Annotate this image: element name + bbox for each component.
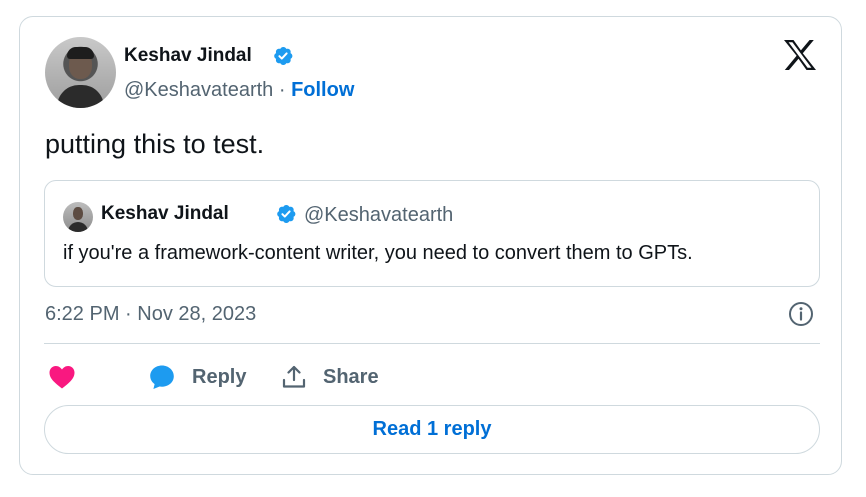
quoted-author-avatar: [63, 202, 93, 232]
share-label: Share: [323, 365, 379, 388]
share-button[interactable]: Share: [281, 357, 379, 397]
author-avatar[interactable]: [45, 37, 116, 108]
follow-link[interactable]: Follow: [291, 79, 354, 101]
reply-bubble-icon: [150, 365, 174, 389]
like-button[interactable]: [48, 357, 76, 397]
share-icon: [282, 365, 306, 388]
author-name[interactable]: Keshav Jindal: [124, 45, 252, 67]
author-handle-line: @Keshavatearth · Follow: [124, 79, 354, 102]
quoted-verified-badge-icon: [277, 205, 296, 223]
verified-badge-icon: [274, 47, 293, 65]
quoted-author-name: Keshav Jindal: [101, 203, 229, 224]
quoted-tweet[interactable]: Keshav Jindal @Keshavatearth if you're a…: [44, 180, 820, 287]
info-icon[interactable]: [788, 301, 814, 327]
author-handle[interactable]: @Keshavatearth: [124, 79, 273, 101]
tweet-text: putting this to test.: [45, 129, 265, 159]
quoted-tweet-text: if you're a framework-content writer, yo…: [63, 242, 693, 264]
action-bar: Reply Share: [44, 357, 820, 397]
quoted-author-handle: @Keshavatearth: [304, 204, 454, 226]
read-replies-button[interactable]: Read 1 reply: [44, 405, 820, 454]
x-logo-icon[interactable]: [783, 39, 817, 71]
reply-button[interactable]: Reply: [148, 357, 246, 397]
tweet-embed-card: Keshav Jindal @Keshavatearth · Follow pu…: [19, 16, 842, 475]
heart-icon: [49, 366, 75, 389]
action-divider: [44, 343, 820, 344]
reply-label: Reply: [192, 365, 247, 388]
tweet-timestamp[interactable]: 6:22 PM · Nov 28, 2023: [45, 303, 256, 326]
handle-separator: ·: [273, 79, 292, 101]
